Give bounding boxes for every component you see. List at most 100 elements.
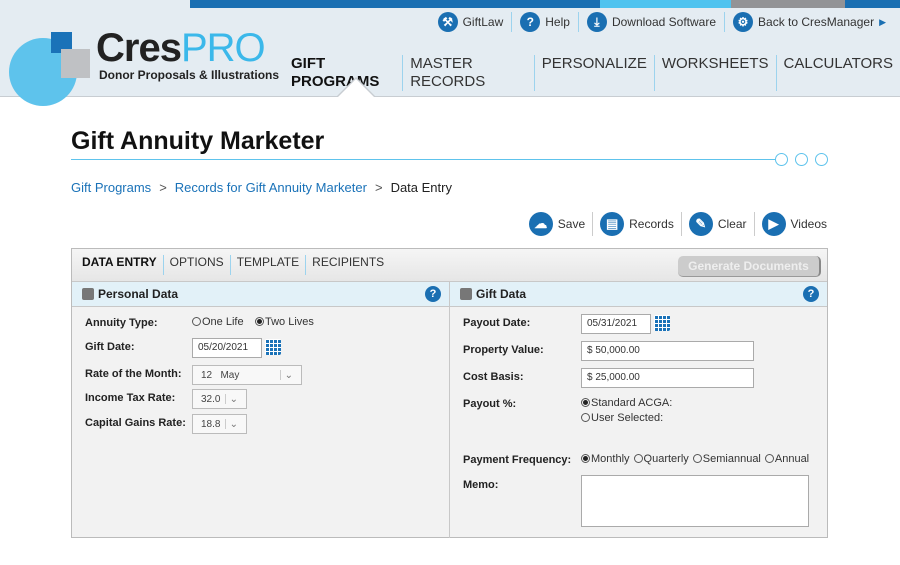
gavel-icon: ⚒	[437, 12, 458, 32]
help-icon[interactable]: ?	[803, 286, 819, 302]
radio-unchecked-icon	[633, 454, 643, 463]
link-label: Download Software	[611, 15, 717, 29]
rate-of-month-select[interactable]: 12 May ⌄	[192, 365, 302, 385]
document-icon: ▤	[600, 212, 625, 236]
calendar-icon[interactable]	[654, 315, 670, 331]
frequency-quarterly[interactable]: Quarterly	[633, 453, 689, 465]
radio-unchecked-icon	[692, 454, 702, 463]
help-link[interactable]: ? Help	[512, 12, 579, 32]
logo[interactable]: CresPRO	[96, 26, 266, 70]
payout-user-selected[interactable]: User Selected:	[581, 412, 663, 424]
annuity-type-two-lives[interactable]: Two Lives	[255, 316, 314, 328]
tab-template[interactable]: TEMPLATE	[231, 255, 307, 275]
payout-pct-label: Payout %:	[463, 398, 517, 410]
cloud-save-icon: ☁	[528, 212, 553, 236]
property-value-label: Property Value:	[463, 344, 544, 356]
logo-square	[61, 49, 90, 78]
capital-gains-label: Capital Gains Rate:	[85, 417, 186, 429]
data-entry-panel: DATA ENTRY OPTIONS TEMPLATE RECIPIENTS G…	[71, 248, 828, 538]
annuity-type-label: Annuity Type:	[85, 317, 158, 329]
main-nav: GIFT PROGRAMS MASTER RECORDS PERSONALIZE…	[284, 55, 900, 91]
annuity-type-one-life[interactable]: One Life	[192, 316, 244, 328]
calendar-icon[interactable]	[265, 339, 281, 355]
option-label: Two Lives	[265, 316, 314, 328]
income-tax-label: Income Tax Rate:	[85, 392, 176, 404]
back-to-cresmanager-link[interactable]: ⚙ Back to CresManager ▶	[725, 12, 886, 32]
income-tax-select[interactable]: 32.0 ⌄	[192, 389, 247, 409]
option-label: Monthly	[591, 453, 630, 465]
payout-standard-acga[interactable]: Standard ACGA:	[581, 397, 672, 409]
capital-gains-select[interactable]: 18.8 ⌄	[192, 414, 247, 434]
tab-data-entry[interactable]: DATA ENTRY	[76, 255, 164, 275]
chevron-down-icon: ⌄	[224, 419, 238, 430]
generate-documents-button[interactable]: Generate Documents	[678, 256, 821, 277]
link-label: GiftLaw	[462, 15, 504, 29]
frequency-annual[interactable]: Annual	[764, 453, 810, 465]
nav-master-records[interactable]: MASTER RECORDS	[403, 55, 535, 91]
tab-options[interactable]: OPTIONS	[164, 255, 231, 275]
download-icon: ⤓	[586, 12, 607, 32]
help-icon[interactable]: ?	[425, 286, 441, 302]
payment-frequency-options: Monthly Quarterly Semiannual Annual	[581, 453, 809, 465]
button-label: Save	[557, 217, 586, 231]
accent-strip	[731, 0, 845, 8]
page-title: Gift Annuity Marketer	[71, 127, 325, 155]
nav-worksheets[interactable]: WORKSHEETS	[655, 55, 777, 91]
tab-recipients[interactable]: RECIPIENTS	[306, 255, 390, 275]
section-title: Gift Data	[476, 287, 527, 301]
frequency-semiannual[interactable]: Semiannual	[692, 453, 761, 465]
logo-name-pro: PRO	[180, 26, 266, 70]
select-value: 12 May	[201, 370, 240, 381]
button-label: Videos	[790, 217, 827, 231]
cost-basis-input[interactable]: $ 25,000.00	[581, 368, 754, 388]
gift-date-input[interactable]: 05/20/2021	[192, 338, 262, 358]
property-value-input[interactable]: $ 50,000.00	[581, 341, 754, 361]
records-button[interactable]: ▤ Records	[593, 212, 682, 236]
video-icon: ▶	[761, 212, 786, 236]
videos-button[interactable]: ▶ Videos	[755, 212, 827, 236]
nav-personalize[interactable]: PERSONALIZE	[535, 55, 655, 91]
accent-strip	[845, 0, 900, 8]
accent-strip	[600, 0, 731, 8]
payout-date-input[interactable]: 05/31/2021	[581, 314, 651, 334]
option-label: Annual	[774, 453, 810, 465]
option-label: Semiannual	[702, 453, 761, 465]
eraser-icon: ✎	[688, 212, 713, 236]
top-links: ⚒ GiftLaw ? Help ⤓ Download Software ⚙ Back …	[430, 12, 886, 32]
payment-frequency-label: Payment Frequency:	[463, 454, 572, 466]
select-value: 18.8	[201, 419, 221, 430]
radio-checked-icon	[255, 317, 264, 326]
step-dot	[775, 153, 788, 166]
download-software-link[interactable]: ⤓ Download Software	[579, 12, 726, 32]
clear-button[interactable]: ✎ Clear	[682, 212, 755, 236]
toolbar: ☁ Save ▤ Records ✎ Clear ▶ Videos	[522, 212, 827, 236]
memo-textarea[interactable]	[581, 475, 809, 527]
gift-data-header: Gift Data ?	[450, 282, 827, 307]
button-label: Records	[629, 217, 674, 231]
radio-checked-icon	[581, 454, 590, 463]
title-rule	[71, 159, 776, 160]
rate-of-month-label: Rate of the Month:	[85, 368, 182, 380]
option-label: Standard ACGA:	[591, 397, 673, 409]
breadcrumb-separator: >	[159, 180, 167, 195]
radio-unchecked-icon	[581, 413, 590, 422]
breadcrumb-records[interactable]: Records for Gift Annuity Marketer	[175, 180, 367, 195]
breadcrumb-gift-programs[interactable]: Gift Programs	[71, 180, 151, 195]
memo-label: Memo:	[463, 479, 499, 491]
button-label: Clear	[717, 217, 747, 231]
radio-unchecked-icon	[192, 317, 201, 326]
radio-checked-icon	[581, 398, 590, 407]
chevron-down-icon: ⌄	[224, 394, 238, 405]
gift-date-label: Gift Date:	[85, 341, 135, 353]
caret-right-icon: ▶	[879, 16, 886, 27]
frequency-monthly[interactable]: Monthly	[581, 453, 630, 465]
nav-calculators[interactable]: CALCULATORS	[777, 55, 900, 91]
breadcrumb-separator: >	[374, 180, 383, 195]
giftlaw-link[interactable]: ⚒ GiftLaw	[430, 12, 513, 32]
logo-name: Cres	[96, 26, 182, 70]
select-value: 32.0	[201, 394, 221, 405]
logo-subtitle: Donor Proposals & Illustrations	[99, 68, 280, 82]
step-dot	[815, 153, 828, 166]
save-button[interactable]: ☁ Save	[522, 212, 594, 236]
gears-icon: ⚙	[733, 12, 754, 32]
